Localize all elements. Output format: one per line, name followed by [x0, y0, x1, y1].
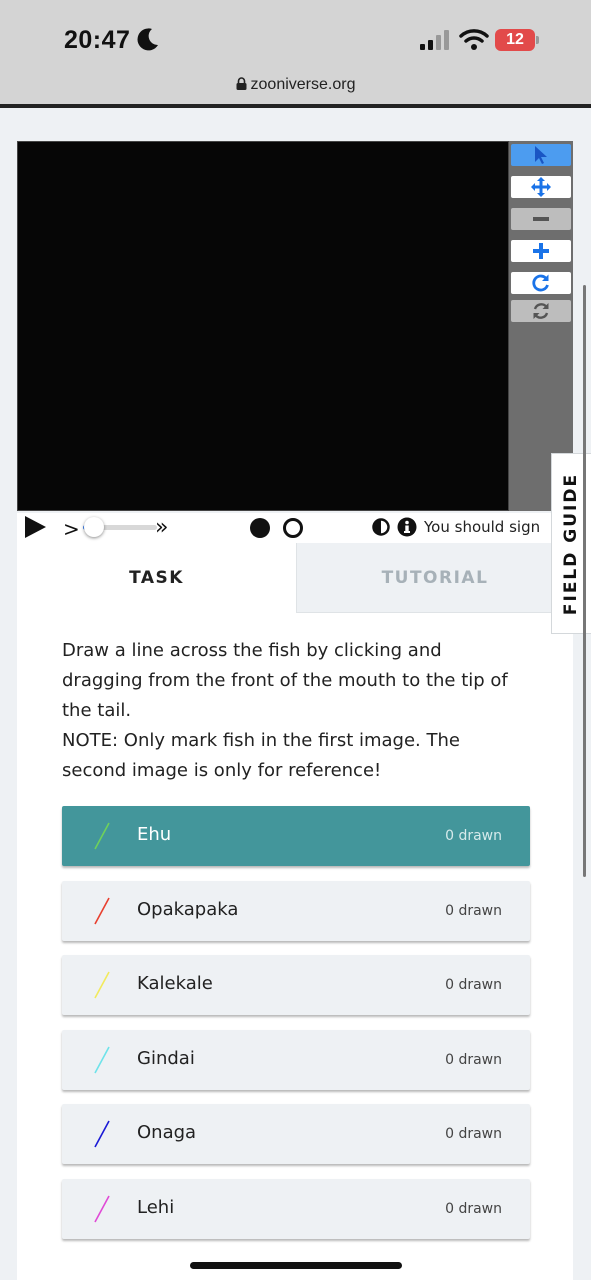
rotate-button[interactable]: [511, 272, 571, 294]
cellular-signal-icon: [420, 30, 449, 50]
tab-tutorial[interactable]: TUTORIAL: [296, 543, 573, 613]
move-arrows-icon: [531, 177, 551, 197]
pointer-tool-button[interactable]: [511, 144, 571, 166]
lock-icon: [236, 77, 247, 90]
instruction-line: dragging from the front of the mouth to …: [62, 670, 508, 691]
url-display[interactable]: zooniverse.org: [0, 76, 591, 94]
zoom-in-button[interactable]: [511, 240, 571, 262]
line-tool-icon: [94, 822, 110, 850]
choice-count: 0 drawn: [445, 1126, 502, 1142]
line-tool-icon: [94, 897, 110, 924]
instruction-line: NOTE: Only mark fish in the first image.…: [62, 730, 460, 751]
choice-count: 0 drawn: [445, 1200, 502, 1217]
info-icon[interactable]: [397, 517, 417, 537]
task-instructions: Draw a line across the fish by clicking …: [62, 636, 542, 786]
play-icon[interactable]: [23, 516, 47, 538]
choice-count: 0 drawn: [445, 828, 502, 844]
instruction-line: Draw a line across the fish by clicking …: [62, 640, 442, 661]
moon-icon: [137, 28, 158, 51]
address-bar[interactable]: zooniverse.org: [0, 70, 591, 108]
rotate-icon: [532, 274, 549, 292]
scrollbar[interactable]: [583, 285, 586, 877]
playback-controls: > » You should sign: [17, 513, 573, 543]
choice-label: Ehu: [137, 824, 172, 845]
step-forward-button[interactable]: >: [63, 517, 80, 541]
pan-tool-button[interactable]: [511, 176, 571, 198]
choice-label: Gindai: [137, 1047, 195, 1069]
contrast-icon[interactable]: [372, 518, 390, 536]
minus-icon: [533, 217, 549, 221]
choice-count: 0 drawn: [445, 977, 502, 993]
line-tool-icon: [94, 1195, 110, 1222]
status-time: 20:47: [64, 26, 131, 54]
battery-indicator: 12: [495, 29, 539, 51]
choice-label: Opakapaka: [137, 898, 239, 920]
reset-view-button[interactable]: [511, 300, 571, 322]
choice-ehu[interactable]: Ehu 0 drawn: [62, 806, 530, 866]
line-tool-icon: [94, 1120, 110, 1148]
frame-dot-1[interactable]: [250, 518, 270, 538]
choice-kalekale[interactable]: Kalekale 0 drawn: [62, 955, 530, 1015]
battery-level: 12: [506, 31, 524, 48]
choice-gindai[interactable]: Gindai 0 drawn: [62, 1029, 530, 1090]
choice-label: Onaga: [137, 1122, 197, 1143]
choice-opakapaka[interactable]: Opakapaka 0 drawn: [62, 880, 530, 941]
frame-dot-2[interactable]: [283, 518, 303, 538]
home-indicator[interactable]: [190, 1262, 402, 1269]
instruction-line: the tail.: [62, 700, 132, 721]
cursor-arrow-icon: [535, 146, 547, 164]
signin-notice: You should sign: [424, 518, 541, 536]
choice-label: Kalekale: [137, 973, 213, 994]
plus-icon: [533, 243, 549, 259]
line-tool-icon: [94, 1046, 110, 1073]
tab-task[interactable]: TASK: [17, 543, 296, 613]
line-tool-icon: [94, 971, 110, 999]
task-panel: TASK TUTORIAL Draw a line across the fis…: [17, 543, 573, 1280]
fast-forward-button[interactable]: »: [155, 515, 168, 540]
choice-count: 0 drawn: [445, 1051, 502, 1068]
status-bar: 20:47 12: [0, 0, 591, 70]
choice-lehi[interactable]: Lehi 0 drawn: [62, 1178, 530, 1239]
subject-image-viewer[interactable]: [17, 141, 509, 511]
choice-label: Lehi: [137, 1196, 175, 1218]
choice-count: 0 drawn: [445, 902, 502, 919]
choice-onaga[interactable]: Onaga 0 drawn: [62, 1104, 530, 1164]
field-guide-label: FIELD GUIDE: [561, 472, 582, 615]
zoom-out-button[interactable]: [511, 208, 571, 230]
instruction-line: second image is only for reference!: [62, 760, 382, 781]
refresh-icon: [533, 303, 549, 319]
frame-slider-handle[interactable]: [84, 517, 105, 537]
url-text: zooniverse.org: [250, 76, 356, 93]
wifi-icon: [459, 29, 489, 50]
